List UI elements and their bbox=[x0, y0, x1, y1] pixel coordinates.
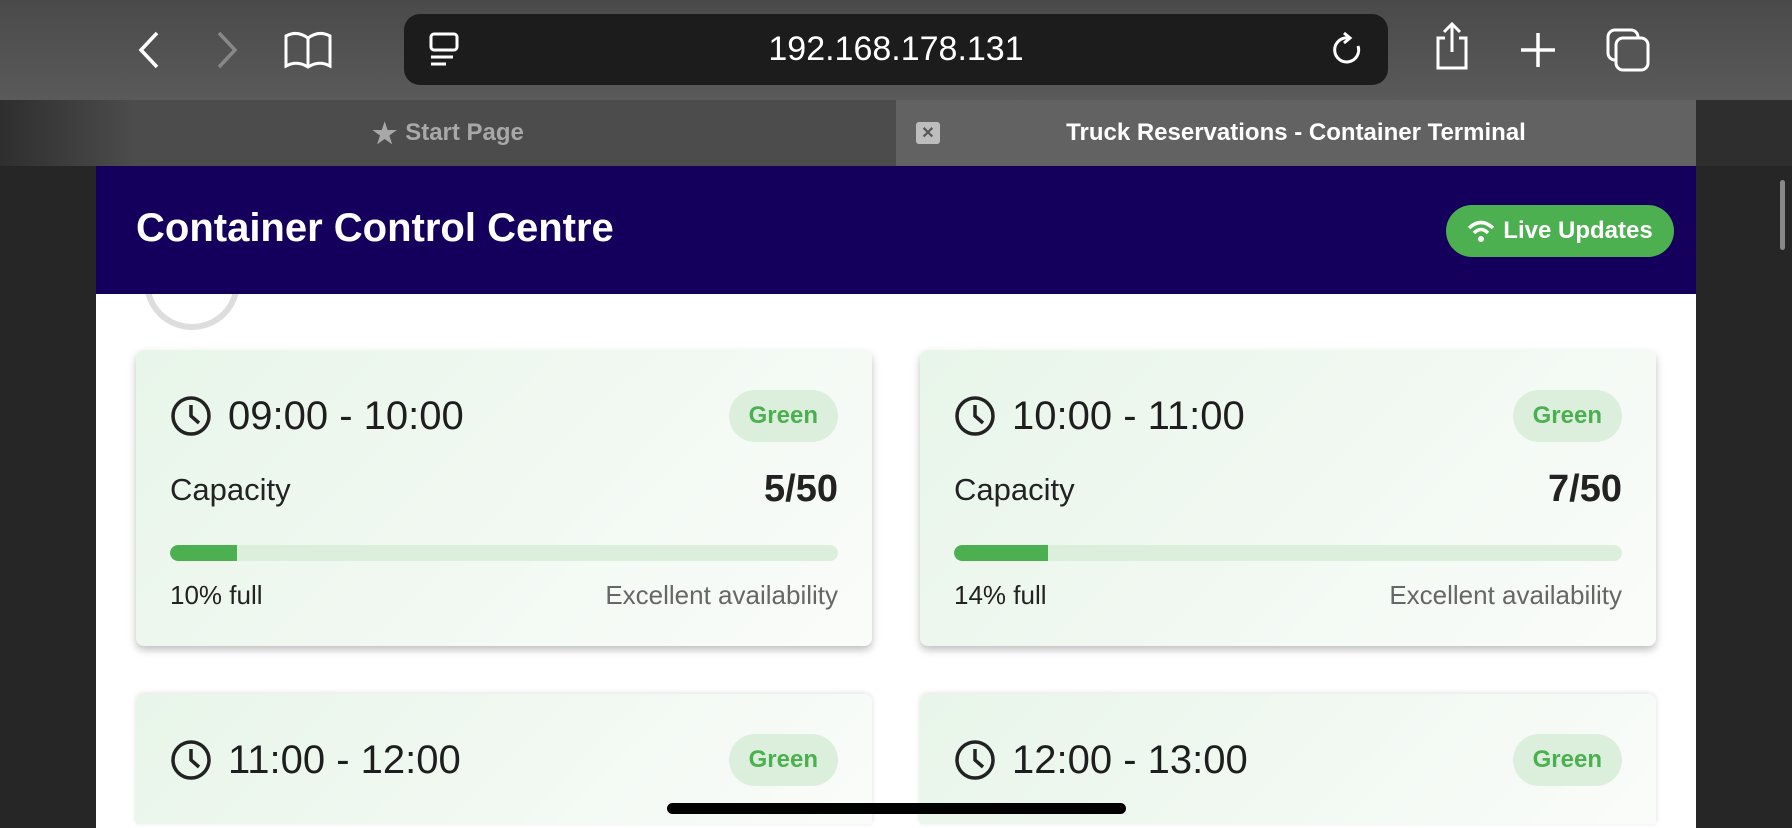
forward-icon[interactable] bbox=[212, 26, 242, 74]
scrollbar[interactable] bbox=[1780, 180, 1785, 250]
tab-label: Truck Reservations - Container Terminal bbox=[1066, 119, 1526, 146]
status-badge: Green bbox=[1512, 390, 1622, 442]
tab-label: Start Page bbox=[405, 119, 524, 146]
percent-full: 10% full bbox=[170, 580, 263, 610]
back-icon[interactable] bbox=[134, 26, 164, 74]
availability-text: Excellent availability bbox=[605, 580, 838, 610]
status-badge: Green bbox=[728, 734, 838, 786]
live-updates-badge[interactable]: Live Updates bbox=[1446, 205, 1674, 257]
web-page: Container Control Centre Live Updates 09… bbox=[96, 166, 1696, 828]
share-icon[interactable] bbox=[1432, 21, 1472, 70]
page-title: Container Control Centre bbox=[136, 206, 614, 250]
time-slot-card[interactable]: 10:00 - 11:00 Green Capacity 7/50 14% ful… bbox=[920, 350, 1656, 646]
status-badge: Green bbox=[1512, 734, 1622, 786]
bookmarks-icon[interactable] bbox=[282, 26, 334, 74]
address-bar[interactable]: 192.168.178.131 bbox=[404, 14, 1388, 85]
clock-icon bbox=[955, 740, 995, 780]
new-tab-icon[interactable] bbox=[1518, 26, 1558, 74]
capacity-value: 7/50 bbox=[1548, 468, 1622, 510]
app-header: Container Control Centre Live Updates bbox=[96, 166, 1696, 294]
clock-icon bbox=[955, 396, 995, 436]
progress-fill bbox=[170, 545, 237, 561]
slot-time: 09:00 - 10:00 bbox=[228, 393, 464, 438]
star-icon: ★ bbox=[372, 117, 398, 149]
tabs-overview-icon[interactable] bbox=[1604, 26, 1652, 74]
slot-time: 12:00 - 13:00 bbox=[1012, 737, 1248, 782]
url-text: 192.168.178.131 bbox=[768, 30, 1024, 68]
home-indicator bbox=[667, 803, 1126, 814]
capacity-label: Capacity bbox=[170, 471, 291, 507]
tab-start-page[interactable]: ★ Start Page bbox=[0, 100, 896, 166]
status-badge: Green bbox=[728, 390, 838, 442]
percent-full: 14% full bbox=[954, 580, 1047, 610]
clock-icon bbox=[171, 396, 211, 436]
close-icon[interactable]: ✕ bbox=[916, 122, 940, 144]
time-slot-card[interactable]: 09:00 - 10:00 Green Capacity 5/50 10% ful… bbox=[136, 350, 872, 646]
capacity-value: 5/50 bbox=[764, 468, 838, 510]
browser-toolbar: 192.168.178.131 bbox=[0, 0, 1792, 100]
slot-time: 10:00 - 11:00 bbox=[1012, 393, 1245, 438]
progress-fill bbox=[954, 545, 1048, 561]
slot-time: 11:00 - 12:00 bbox=[228, 737, 461, 782]
capacity-label: Capacity bbox=[954, 471, 1075, 507]
reload-icon[interactable] bbox=[1330, 30, 1366, 79]
tab-bar: ★ Start Page ✕ Truck Reservations - Contai… bbox=[0, 100, 1792, 166]
capacity-progress-bar bbox=[954, 545, 1622, 561]
live-updates-label: Live Updates bbox=[1503, 217, 1653, 244]
clock-icon bbox=[171, 740, 211, 780]
wifi-icon bbox=[1468, 220, 1495, 242]
capacity-progress-bar bbox=[170, 545, 838, 561]
tab-truck-reservations[interactable]: ✕ Truck Reservations - Container Terminal bbox=[896, 100, 1696, 166]
reader-icon[interactable] bbox=[428, 32, 460, 77]
availability-text: Excellent availability bbox=[1389, 580, 1622, 610]
